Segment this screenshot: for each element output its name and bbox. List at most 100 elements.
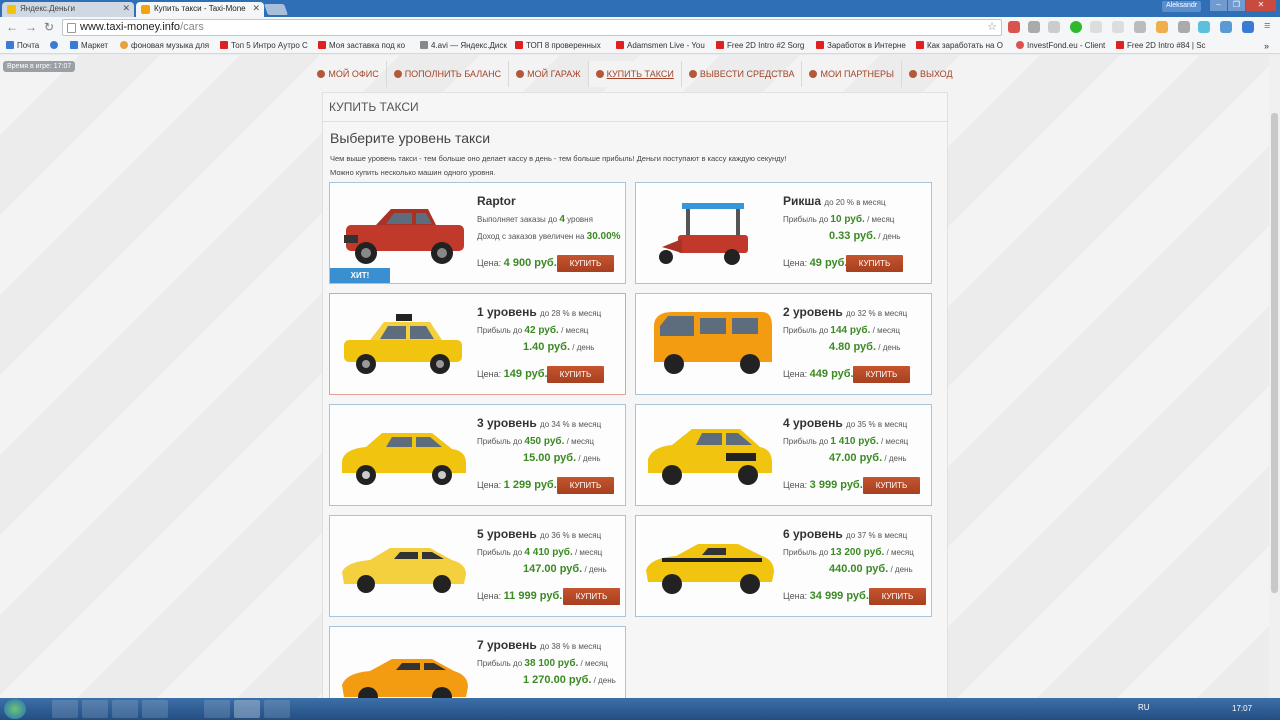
daily-profit: 47.00 руб. / день [829,452,907,464]
minimize-button[interactable]: – [1210,0,1227,11]
mail-icon [6,41,14,49]
menu-top-up-balance[interactable]: ПОПОЛНИТЬ БАЛАНС [387,61,510,87]
buy-button-level-4[interactable]: КУПИТЬ [863,477,920,494]
menu-withdraw[interactable]: ВЫВЕСТИ СРЕДСТВА [682,61,803,87]
profile-button[interactable]: Aleksandr [1162,1,1202,12]
youtube-icon [816,41,824,49]
start-button[interactable] [4,699,26,719]
bookmark-item[interactable]: Почта [6,41,39,50]
extension-icon[interactable] [1090,21,1102,33]
page-scrollbar[interactable] [1269,55,1280,698]
buy-button-raptor[interactable]: КУПИТЬ [557,255,614,272]
bookmark-item[interactable]: 4.avi — Яндекс.Диск [420,41,508,50]
menu-my-garage[interactable]: МОЙ ГАРАЖ [509,61,589,87]
back-icon[interactable]: ← [6,20,18,34]
monthly-profit: Прибыль до 450 руб. / месяц [477,436,594,447]
app-icon[interactable] [112,700,138,718]
extension-icon[interactable] [1156,21,1168,33]
extension-icon[interactable] [1242,21,1254,33]
buy-taxi-panel: КУПИТЬ ТАКСИ Выберите уровень такси Чем … [322,92,949,698]
extension-icon[interactable] [1028,21,1040,33]
extension-icon[interactable] [1134,21,1146,33]
buy-button-level-5[interactable]: КУПИТЬ [563,588,620,605]
language-indicator[interactable]: RU [1138,703,1150,712]
youtube-icon [318,41,326,49]
folder-icon[interactable] [142,700,168,718]
bookmark-item[interactable]: Free 2D Intro #84 | Sc [1116,41,1210,50]
monthly-profit: Прибыль до 13 200 руб. / месяц [783,547,914,558]
menu-exit[interactable]: ВЫХОД [902,61,960,87]
withdraw-icon [688,70,697,78]
menu-my-partners[interactable]: МОИ ПАРТНЕРЫ [802,61,902,87]
browser-tab-taxi-money[interactable]: Купить такси - Taxi-Mone ✕ [136,2,264,17]
close-tab-icon[interactable]: ✕ [252,3,260,14]
buy-button-level-1[interactable]: КУПИТЬ [547,366,604,383]
bookmark-icon [50,41,58,49]
car-price: Цена: 11 999 руб. [477,590,563,602]
car-name: 7 уровень до 38 % в месяц [477,638,602,652]
ie-icon[interactable] [52,700,78,718]
forward-icon[interactable]: → [25,20,37,34]
extension-icon[interactable] [1198,21,1210,33]
menu-icon[interactable]: ≡ [1264,20,1270,32]
bookmark-item[interactable]: Моя заставка под ко [318,41,410,50]
bookmark-item[interactable]: InvestFond.eu - Client [1016,41,1108,50]
extension-icon[interactable] [1178,21,1190,33]
daily-profit: 0.33 руб. / день [829,230,901,242]
extension-icon[interactable] [1008,21,1020,33]
garage-icon [516,70,525,78]
browser-tab-yandex-money[interactable]: Яндекс.Деньги ✕ [2,2,134,17]
recorder-icon[interactable] [264,700,290,718]
description-text: Чем выше уровень такси - тем больше оно … [330,154,787,163]
bookmark-item[interactable]: Adamsmen Live - You [616,41,706,50]
scrollbar-thumb[interactable] [1271,113,1278,593]
extension-icon[interactable] [1112,21,1124,33]
buy-button-level-3[interactable]: КУПИТЬ [557,477,614,494]
page-heading: Выберите уровень такси [330,130,491,146]
bookmark-item[interactable]: фоновая музыка для [120,41,210,50]
clock[interactable]: 17:07 [1232,704,1252,713]
daily-profit: 4.80 руб. / день [829,341,901,353]
reload-icon[interactable]: ↻ [44,20,54,34]
taxi-icon [595,70,604,78]
extension-icon[interactable] [1220,21,1232,33]
bookmark-star-icon[interactable]: ☆ [987,20,997,33]
menu-buy-taxi[interactable]: КУПИТЬ ТАКСИ [588,61,682,87]
car-price: Цена: 1 299 руб. [477,479,557,491]
bookmark-item[interactable]: Заработок в Интерне [816,41,908,50]
bookmark-item[interactable]: Free 2D Intro #2 Sorg [716,41,806,50]
close-tab-icon[interactable]: ✕ [122,3,130,14]
bookmark-item[interactable]: Маркет [70,41,108,50]
more-bookmarks-icon[interactable]: » [1264,41,1269,51]
divider [323,121,949,122]
buy-button-level-2[interactable]: КУПИТЬ [853,366,910,383]
car-price: Цена: 49 руб. [783,257,848,269]
new-tab-button[interactable] [263,4,289,15]
windows-taskbar: RU 17:07 [0,698,1280,720]
extension-icon[interactable] [1070,21,1082,33]
car-card-level-5: 5 уровень до 36 % в месяц Прибыль до 4 4… [329,515,626,617]
maximize-button[interactable]: ❐ [1228,0,1245,11]
car-card-level-2: 2 уровень до 32 % в месяц Прибыль до 144… [635,293,932,395]
buy-button-level-6[interactable]: КУПИТЬ [869,588,926,605]
car-name: 5 уровень до 36 % в месяц [477,527,602,541]
browser-toolbar: ← → ↻ www.taxi-money.info/cars ☆ ≡ [0,17,1280,38]
car-card-level-1: 1 уровень до 28 % в месяц Прибыль до 42 … [329,293,626,395]
app-icon[interactable] [204,700,230,718]
bookmark-item[interactable]: Топ 5 Интро Aутро С [220,41,308,50]
car-card-level-7: 7 уровень до 38 % в месяц Прибыль до 38 … [329,626,626,698]
chrome-icon[interactable] [234,700,260,718]
extension-icon[interactable] [1048,21,1060,33]
menu-my-office[interactable]: МОЙ ОФИС [310,61,387,87]
bookmark-icon [120,41,128,49]
close-window-button[interactable]: ✕ [1246,0,1276,11]
page-content: Время в игре: 17:07 МОЙ ОФИС ПОПОЛНИТЬ Б… [0,55,1269,698]
car-card-level-4: 4 уровень до 35 % в месяц Прибыль до 1 4… [635,404,932,506]
address-bar[interactable]: www.taxi-money.info/cars ☆ [62,19,1002,36]
buy-button-rickshaw[interactable]: КУПИТЬ [846,255,903,272]
explorer-icon[interactable] [82,700,108,718]
taxi-money-favicon-icon [141,5,150,14]
daily-profit: 1 270.00 руб. / день [523,674,616,686]
bookmark-item[interactable]: ТОП 8 проверенных [515,41,605,50]
bookmark-item[interactable]: Как заработать на O [916,41,1006,50]
